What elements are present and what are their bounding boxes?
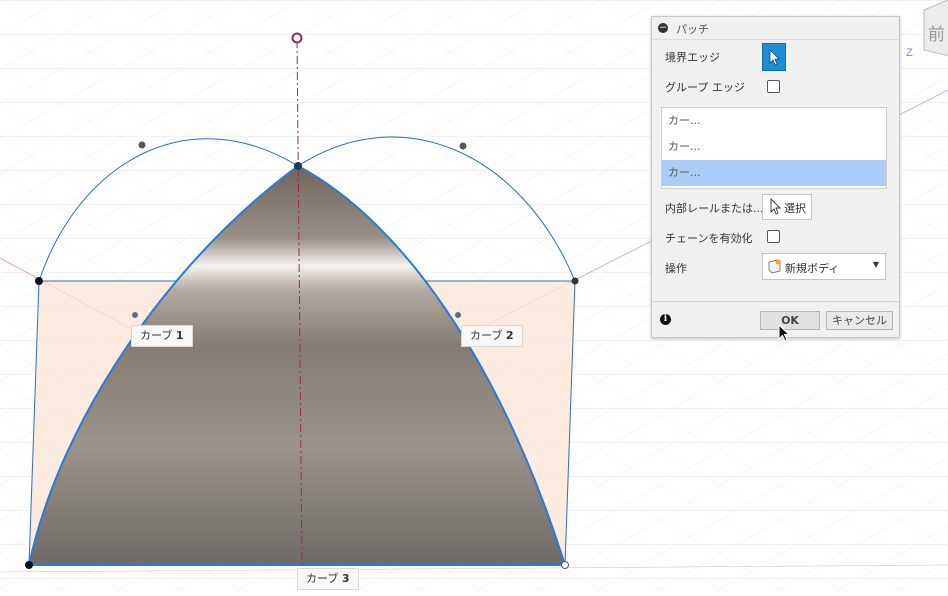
dialog-title: パッチ	[676, 23, 709, 36]
boundary-edges-label: 境界エッジ	[665, 51, 720, 64]
midpoint-marker	[132, 312, 138, 318]
interior-rails-select-button[interactable]: 選択	[762, 194, 812, 220]
dialog-footer: i OK キャンセル	[652, 301, 899, 338]
curve-label-3[interactable]: カーブ 3	[297, 568, 359, 590]
group-edges-label: グループ エッジ	[665, 81, 745, 94]
list-item[interactable]: カー...	[662, 134, 886, 160]
info-icon[interactable]: i	[660, 314, 671, 325]
list-item-selected[interactable]: カー...	[662, 160, 886, 186]
boundary-edges-select-button[interactable]	[762, 43, 786, 71]
control-point[interactable]	[459, 142, 467, 150]
group-edges-checkbox[interactable]	[767, 80, 780, 93]
operation-label: 操作	[665, 262, 687, 275]
pivot-handle[interactable]	[291, 32, 303, 44]
new-body-icon	[768, 259, 781, 274]
list-item[interactable]: カー...	[662, 108, 886, 134]
enable-chains-checkbox[interactable]	[767, 230, 780, 243]
control-point[interactable]	[138, 141, 146, 149]
vertex-point[interactable]	[25, 561, 33, 569]
curve-label-2[interactable]: カーブ 2	[461, 325, 523, 347]
cursor-icon	[769, 49, 780, 66]
selection-list[interactable]: カー... カー... カー...	[661, 107, 887, 189]
enable-chains-label: チェーンを有効化	[665, 232, 753, 245]
vertex-point[interactable]	[571, 277, 579, 285]
select-label: 選択	[784, 202, 806, 215]
interior-rails-label: 内部レールまたは...	[665, 202, 764, 215]
dropdown-caret-icon: ▼	[872, 260, 879, 269]
collapse-icon[interactable]: −	[658, 23, 668, 33]
cursor-icon	[770, 197, 782, 215]
operation-dropdown[interactable]: 新規ボディ ▼	[762, 253, 886, 280]
operation-value: 新規ボディ	[785, 262, 840, 275]
vertex-point[interactable]	[294, 162, 302, 170]
view-cube-face: 前	[928, 25, 945, 45]
vertex-point[interactable]	[561, 561, 569, 569]
curve-label-1[interactable]: カーブ 1	[131, 325, 193, 347]
dialog-header: − パッチ	[652, 17, 899, 40]
z-axis-label: Z	[906, 47, 913, 59]
view-cube[interactable]: 前	[918, 0, 948, 58]
midpoint-marker	[455, 312, 461, 318]
mouse-pointer-icon	[778, 324, 791, 342]
cancel-button[interactable]: キャンセル	[826, 311, 893, 330]
vertex-point[interactable]	[35, 277, 43, 285]
patch-dialog: − パッチ 境界エッジ グループ エッジ カー... カー... カー... 内…	[651, 16, 900, 338]
